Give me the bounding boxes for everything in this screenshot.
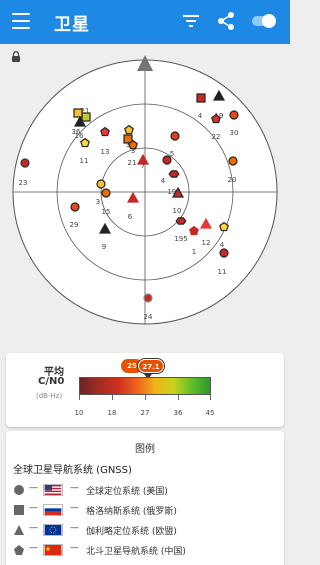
tick-label: 45 (205, 409, 215, 417)
satellite-marker[interactable] (96, 179, 106, 189)
satellite-label: 195 (174, 235, 187, 243)
satellite-marker[interactable] (20, 158, 30, 168)
satellite-marker[interactable] (228, 156, 238, 166)
tick-mark (178, 395, 179, 400)
satellite-label: 13 (101, 148, 110, 156)
pentagon-icon (14, 545, 24, 555)
legend-dash: — (70, 483, 79, 493)
satellite-label: 7 (141, 162, 145, 170)
satellite-label: 20 (228, 176, 237, 184)
legend-title: 图例 (135, 444, 155, 455)
russia-flag-icon (43, 504, 63, 516)
toggle-switch[interactable] (251, 13, 277, 29)
sky-grid (12, 59, 278, 325)
china-flag-icon (43, 544, 63, 556)
legend-dash: — (70, 523, 79, 533)
legend-dash: — (29, 523, 38, 533)
us-flag-icon (43, 484, 63, 496)
satellite-label: 3 (131, 147, 135, 155)
satellite-label: 11 (80, 157, 89, 165)
square-icon (14, 505, 24, 515)
cn0-unit: (dB-Hz) (36, 392, 63, 400)
share-icon[interactable] (216, 11, 236, 31)
legend-row-beidou: — — 北斗卫星导航系统 (中国) (13, 541, 283, 559)
satellite-label: 23 (19, 179, 28, 187)
tick-label: 10 (74, 409, 84, 417)
satellite-label: 16 (75, 132, 84, 140)
legend-row-glonass: — — 格洛纳斯系统 (俄罗斯) (13, 501, 283, 519)
satellite-label: 10 (173, 207, 182, 215)
legend-row-galileo: — — 伽利略定位系统 (欧盟) (13, 521, 283, 539)
satellite-marker[interactable] (219, 248, 229, 258)
satellite-label: 3 (96, 198, 100, 206)
tick-label: 27 (140, 409, 150, 417)
satellite-label: 4 (220, 241, 225, 249)
legend-row-gps: — — 全球定位系统 (美国) (13, 481, 283, 499)
legend-name-gps: 全球定位系统 (美国) (86, 487, 168, 497)
circle-icon (14, 485, 24, 495)
satellite-label: 24 (144, 313, 153, 321)
satellite-marker[interactable] (168, 170, 180, 178)
triangle-icon (14, 525, 24, 535)
satellite-marker[interactable] (229, 110, 239, 120)
satellite-label: 5 (170, 150, 174, 158)
cn0-avg-b: 27.1 (138, 359, 164, 373)
legend-section: 全球卫星导航系统 (GNSS) (13, 465, 132, 476)
satellite-marker[interactable] (196, 93, 206, 103)
satellite-marker[interactable] (162, 155, 172, 165)
satellite-marker[interactable] (101, 188, 111, 198)
tick-mark (210, 395, 211, 400)
satellite-label: 12 (202, 239, 211, 247)
legend-dash: — (70, 503, 79, 513)
legend-dash: — (29, 503, 38, 513)
tick-label: 18 (107, 409, 117, 417)
satellite-label: 30 (230, 129, 239, 137)
satellite-marker[interactable] (70, 202, 80, 212)
tick-mark (112, 395, 113, 400)
tick-mark (145, 395, 146, 400)
satellite-label: 4 (198, 112, 203, 120)
tick-mark (79, 395, 80, 400)
satellite-label: 4 (161, 177, 166, 185)
cn0-panel: 平均 C/N0 (dB-Hz) 25 27.1 10 18 27 36 45 (6, 353, 284, 427)
satellite-label: 1 (192, 248, 196, 256)
filter-icon[interactable] (181, 11, 201, 31)
tick-label: 36 (173, 409, 183, 417)
cn0-label: C/N0 (38, 376, 65, 387)
legend-name-beidou: 北斗卫星导航系统 (中国) (86, 547, 186, 557)
legend-name-galileo: 伽利略定位系统 (欧盟) (86, 527, 177, 537)
cn0-ticks (79, 395, 211, 401)
legend-dash: — (70, 543, 79, 553)
satellite-marker[interactable] (175, 217, 187, 225)
page-title: 卫星 (54, 15, 90, 35)
legend-panel: 图例 全球卫星导航系统 (GNSS) — — 全球定位系统 (美国) — — 格… (6, 431, 284, 565)
sky-view: 2321361611132133754 1922 30419620293156101… (12, 55, 278, 325)
cn0-gradient-bar (79, 377, 211, 395)
menu-icon[interactable] (12, 13, 30, 29)
satellite-label: 29 (70, 221, 79, 229)
satellite-marker[interactable] (73, 108, 83, 118)
satellite-label: 22 (212, 133, 221, 141)
satellite-marker[interactable] (170, 131, 180, 141)
satellite-label: 9 (102, 243, 106, 251)
legend-name-glonass: 格洛纳斯系统 (俄罗斯) (86, 507, 177, 517)
legend-dash: — (29, 543, 38, 553)
satellite-label: 15 (102, 208, 111, 216)
satellite-label: 6 (128, 213, 133, 221)
satellite-label: 21 (128, 159, 137, 167)
satellite-label: 11 (218, 268, 227, 276)
satellite-marker[interactable] (143, 293, 153, 303)
legend-dash: — (29, 483, 38, 493)
eu-flag-icon (43, 524, 63, 536)
app-bar: 卫星 (0, 0, 290, 44)
